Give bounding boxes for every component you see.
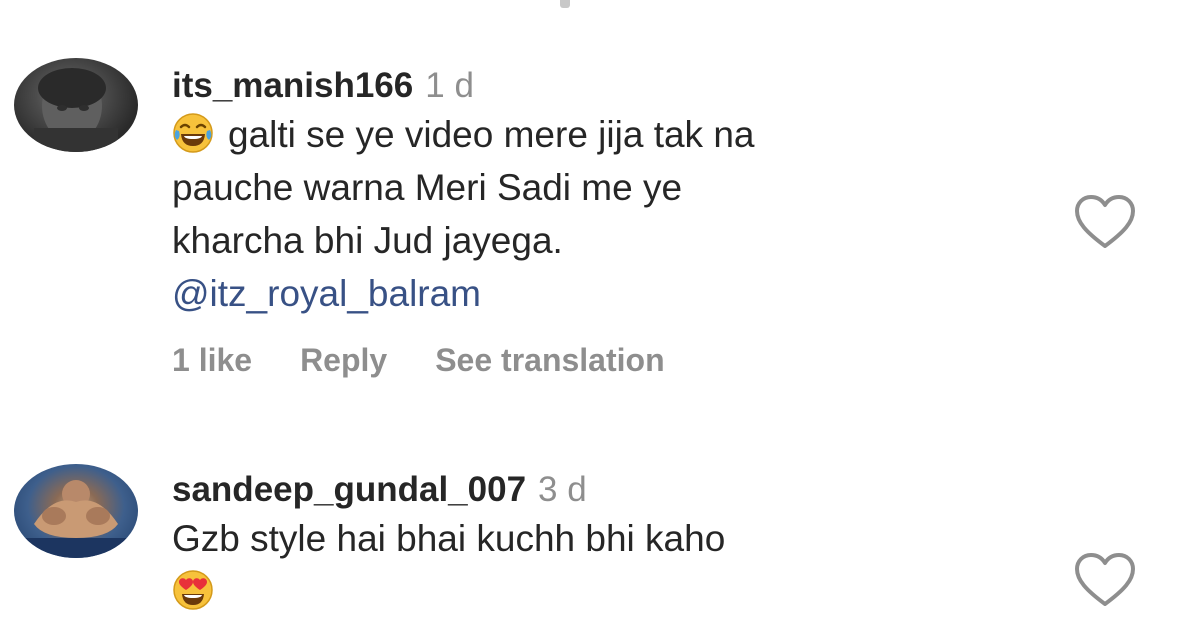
heart-outline-icon[interactable] [1074, 194, 1136, 250]
comment-text: galti se ye video mere jija tak na pauch… [172, 108, 1052, 320]
comment-line: pauche warna Meri Sadi me ye [172, 167, 683, 208]
see-translation-button[interactable]: See translation [435, 342, 664, 378]
comment-actions: 1 like Reply See translation [172, 340, 1052, 380]
likes-count[interactable]: 1 like [172, 342, 252, 378]
heart-outline-icon[interactable] [1074, 552, 1136, 608]
scroll-indicator [560, 0, 570, 8]
comment-line [172, 565, 1052, 618]
avatar[interactable] [14, 464, 138, 558]
comment-header: sandeep_gundal_007 3 d [172, 468, 1052, 512]
laughing-tears-emoji-icon [172, 112, 214, 154]
username[interactable]: its_manish166 [172, 66, 413, 105]
comment-header: its_manish166 1 d [172, 64, 1052, 108]
avatar[interactable] [14, 58, 138, 152]
comment-body: sandeep_gundal_007 3 d Gzb style hai bhai… [172, 468, 1052, 618]
comment-line: galti se ye video mere jija tak na [172, 108, 1052, 161]
comment-text: Gzb style hai bhai kuchh bhi kaho [172, 512, 1052, 618]
timestamp[interactable]: 1 d [425, 66, 474, 105]
comment-line: kharcha bhi Jud jayega. [172, 220, 563, 261]
comment-line-text: galti se ye video mere jija tak na [228, 114, 755, 155]
comments-view: its_manish166 1 d galti se ye video mere … [0, 0, 1200, 628]
comment-body: its_manish166 1 d galti se ye video mere … [172, 64, 1052, 380]
heart-eyes-emoji-icon [172, 569, 214, 611]
username[interactable]: sandeep_gundal_007 [172, 470, 526, 509]
reply-button[interactable]: Reply [300, 342, 387, 378]
comment-line: @itz_royal_balram [172, 267, 1052, 320]
avatar-photo [14, 480, 138, 558]
mention-link[interactable]: @itz_royal_balram [172, 273, 481, 314]
comment-line: Gzb style hai bhai kuchh bhi kaho [172, 518, 726, 559]
timestamp[interactable]: 3 d [538, 470, 587, 509]
avatar-photo [34, 68, 118, 152]
